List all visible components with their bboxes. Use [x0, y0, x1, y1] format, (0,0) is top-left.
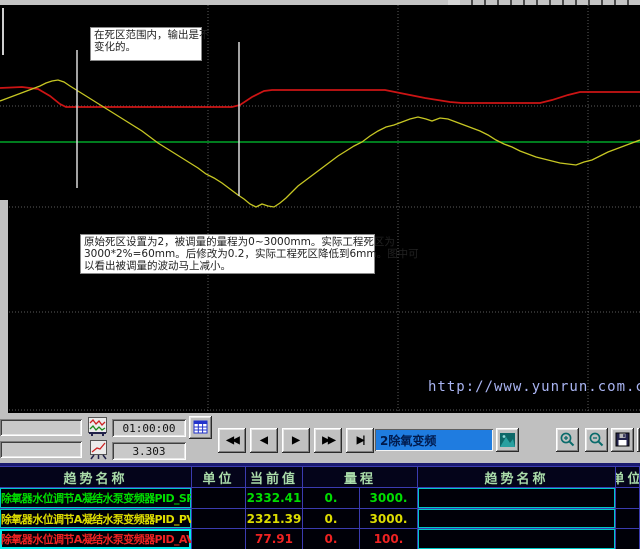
zoom-in-button[interactable]: [556, 428, 579, 452]
current-value-cell: 2332.41: [246, 488, 303, 509]
save-icon: [611, 428, 634, 452]
range-max-cell: 3000.: [360, 488, 418, 509]
col-header-trend-name: 趋势名称: [0, 467, 192, 488]
col-header-range: 量程: [303, 467, 418, 488]
col-header-unit: 单位: [192, 467, 246, 488]
xy-trend-icon: [89, 440, 108, 460]
to-end-button[interactable]: ▶|: [346, 428, 374, 453]
range-max-cell: 100.: [360, 529, 418, 549]
status-panel-2: [0, 441, 82, 458]
trend-toolbar: 01:00:00 3.303 ◀◀◀▶▶▶▶| 2除氧变频: [0, 413, 640, 463]
realtime-trend-icon: [88, 417, 107, 436]
unit-cell-empty: [616, 488, 640, 509]
status-panel-1: [0, 419, 82, 436]
chart-select-icon: [496, 428, 519, 452]
sp-curve: [0, 87, 640, 107]
calendar-icon: [189, 416, 212, 439]
annotation-line: 3000*2%=60mm。后修改为0.2，实际工程死区降低到6mm。图中可: [84, 249, 371, 261]
zoom-in-icon: [556, 428, 579, 452]
unit-cell: [192, 488, 246, 509]
unit-cell: [192, 529, 246, 549]
unit-cell-empty: [616, 509, 640, 529]
scale-value-field[interactable]: 3.303: [112, 442, 186, 460]
zoom-out-button[interactable]: [585, 428, 608, 452]
pv-curve: [0, 80, 640, 207]
step-back-button[interactable]: ◀: [250, 428, 278, 453]
trend-group-select[interactable]: 2除氧变频: [375, 429, 493, 451]
trend-name-cell[interactable]: 除氧器水位调节A凝结水泵变频器PID_PV: [0, 509, 192, 529]
table-row-sp: 除氧器水位调节A凝结水泵变频器PID_SP 2332.41 0. 3000.: [0, 488, 640, 509]
explanation-annotation: 原始死区设置为2，被调量的量程为0~3000mm。实际工程死区为 3000*2%…: [80, 234, 375, 274]
trend-analysis-window: 在死区范围内，输出是不 变化的。 原始死区设置为2，被调量的量程为0~3000m…: [0, 0, 640, 549]
range-min-cell: 0.: [303, 488, 360, 509]
trend-group-dropdown-button[interactable]: [496, 428, 519, 452]
playback-controls: ◀◀◀▶▶▶▶|: [218, 428, 374, 453]
calendar-button[interactable]: [189, 416, 212, 439]
col-header-unit-2: 单位: [616, 467, 640, 488]
zoom-out-icon: [585, 428, 608, 452]
trend-name-cell-empty[interactable]: [418, 488, 616, 509]
range-min-cell: 0.: [303, 509, 360, 529]
trend-chart-area[interactable]: 在死区范围内，输出是不 变化的。 原始死区设置为2，被调量的量程为0~3000m…: [0, 5, 640, 414]
unit-cell-empty: [616, 529, 640, 549]
range-min-cell: 0.: [303, 529, 360, 549]
chart-left-margin: [0, 200, 8, 414]
trend-name-cell[interactable]: 除氧器水位调节A凝结水泵变频器PID_SP: [0, 488, 192, 509]
annotation-line: 以看出被调量的波动马上减小。: [84, 261, 371, 273]
fast-forward-button[interactable]: ▶▶: [314, 428, 342, 453]
trend-name-cell-empty[interactable]: [418, 529, 616, 549]
trend-table: 趋势名称 单位 当前值 量程 趋势名称 单位 除氧器水位调节A凝结水泵变频器PI…: [0, 466, 640, 549]
trend-name-cell-empty[interactable]: [418, 509, 616, 529]
unit-cell: [192, 509, 246, 529]
time-span-field[interactable]: 01:00:00: [112, 419, 186, 437]
annotation-line: 变化的。: [94, 42, 198, 54]
trend-group-selected: 2除氧变频: [380, 432, 436, 449]
table-row-pv: 除氧器水位调节A凝结水泵变频器PID_PV 2321.39 0. 3000.: [0, 509, 640, 529]
table-row-av-selected: 除氧器水位调节A凝结水泵变频器PID_AV 77.91 0. 100.: [0, 529, 640, 549]
deadzone-annotation: 在死区范围内，输出是不 变化的。: [90, 27, 202, 61]
col-header-trend-name-2: 趋势名称: [418, 467, 616, 488]
col-header-current-value: 当前值: [246, 467, 303, 488]
range-max-cell: 3000.: [360, 509, 418, 529]
website-watermark: http://www.yunrun.com.cn: [428, 379, 640, 395]
trend-name-cell[interactable]: 除氧器水位调节A凝结水泵变频器PID_AV: [0, 529, 192, 549]
current-value-cell: 2321.39: [246, 509, 303, 529]
rewind-button[interactable]: ◀◀: [218, 428, 246, 453]
save-button[interactable]: [611, 428, 634, 452]
play-button[interactable]: ▶: [282, 428, 310, 453]
chart-canvas[interactable]: [0, 5, 640, 414]
table-header-row: 趋势名称 单位 当前值 量程 趋势名称 单位: [0, 467, 640, 488]
current-value-cell: 77.91: [246, 529, 303, 549]
